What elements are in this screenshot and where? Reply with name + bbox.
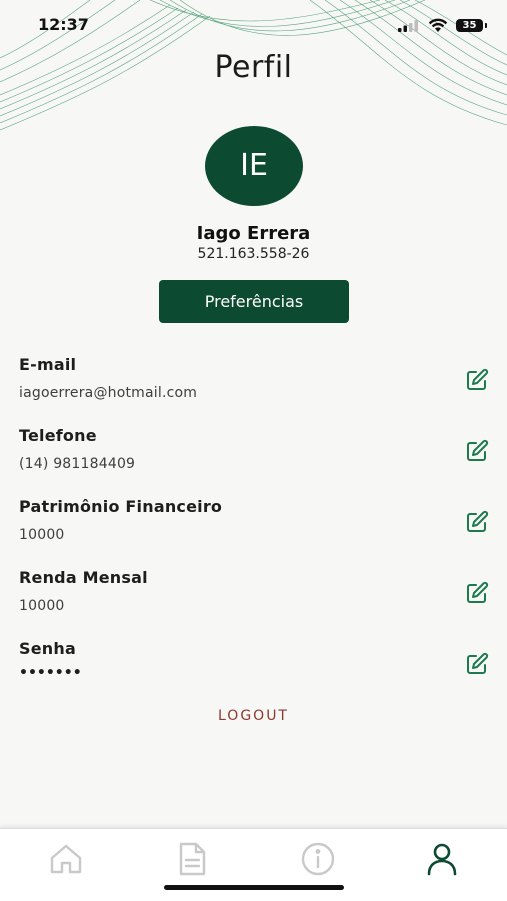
user-icon	[427, 843, 457, 876]
field-value: iagoerrera@hotmail.com	[19, 385, 198, 401]
document-icon	[179, 842, 206, 876]
field-label: Patrimônio Financeiro	[19, 497, 223, 516]
field-renda-mensal: Renda Mensal 10000	[19, 568, 489, 628]
field-label: E-mail	[19, 355, 77, 374]
cellular-signal-icon	[398, 20, 418, 32]
field-telefone: Telefone (14) 981184409	[19, 426, 489, 486]
edit-icon[interactable]	[465, 510, 489, 534]
edit-icon[interactable]	[465, 368, 489, 392]
bottom-tab-bar	[0, 828, 507, 901]
home-indicator	[164, 885, 344, 890]
user-name: Iago Errera	[196, 223, 311, 244]
battery-cap	[485, 23, 487, 28]
tab-info[interactable]	[300, 841, 336, 877]
avatar: IE	[205, 126, 303, 206]
field-label: Senha	[19, 639, 76, 658]
tab-home[interactable]	[48, 841, 84, 877]
edit-icon[interactable]	[465, 652, 489, 676]
page-title: Perfil	[214, 50, 293, 85]
field-patrimonio-financeiro: Patrimônio Financeiro 10000	[19, 497, 489, 557]
edit-icon[interactable]	[465, 581, 489, 605]
field-value: 10000	[19, 598, 65, 614]
preferences-button[interactable]: Preferências	[159, 280, 349, 323]
wifi-icon	[428, 18, 448, 32]
field-email: E-mail iagoerrera@hotmail.com	[19, 355, 489, 415]
status-bar: 12:37 35	[0, 0, 507, 50]
info-icon	[301, 842, 335, 876]
home-icon	[50, 844, 82, 874]
field-label: Telefone	[19, 426, 97, 445]
field-value: •••••••	[19, 665, 82, 681]
tab-profile[interactable]	[424, 841, 460, 877]
field-value: 10000	[19, 527, 65, 543]
logout-button[interactable]: LOGOUT	[0, 708, 507, 724]
user-cpf: 521.163.558-26	[197, 246, 310, 262]
edit-icon[interactable]	[465, 439, 489, 463]
field-value: (14) 981184409	[19, 456, 136, 472]
battery-indicator: 35	[456, 19, 483, 32]
status-time: 12:37	[38, 15, 89, 34]
field-label: Renda Mensal	[19, 568, 148, 587]
field-senha: Senha •••••••	[19, 639, 489, 699]
tab-documents[interactable]	[174, 841, 210, 877]
